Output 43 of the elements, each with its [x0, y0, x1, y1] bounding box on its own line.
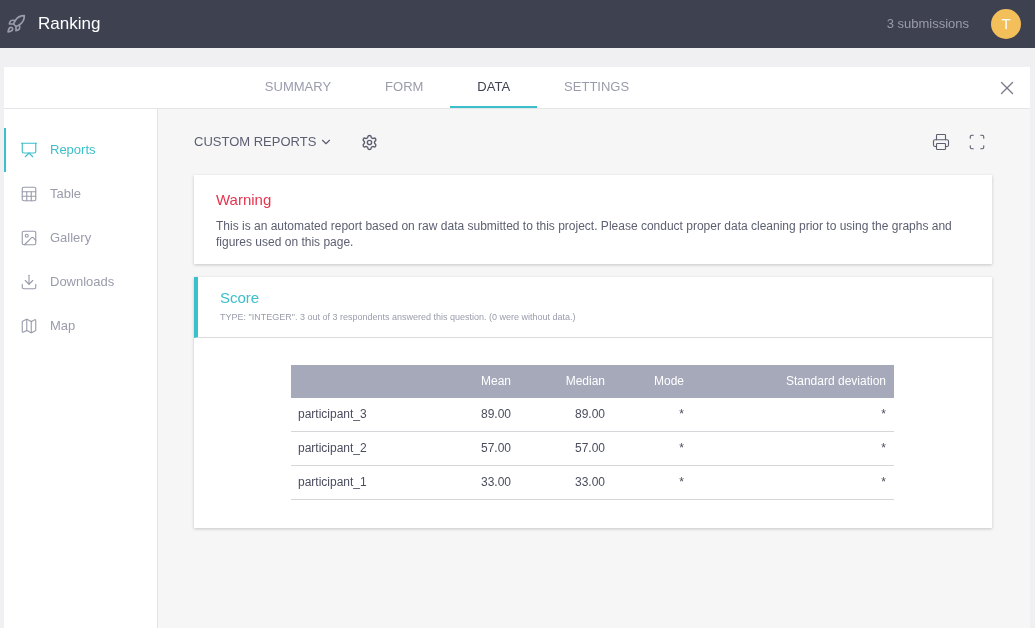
custom-reports-dropdown[interactable]: CUSTOM REPORTS — [194, 132, 334, 152]
table-cell: * — [679, 475, 684, 489]
column-header: Mean — [480, 374, 511, 388]
warning-title: Warning — [216, 190, 273, 210]
table-cell: 89.00 — [480, 407, 511, 421]
table-icon — [20, 185, 38, 203]
table-cell: participant_3 — [298, 407, 367, 421]
tab[interactable]: SETTINGS — [537, 67, 657, 108]
column-header: Standard deviation — [785, 374, 886, 388]
table-cell: * — [881, 441, 886, 455]
table-cell: 33.00 — [574, 475, 605, 489]
avatar[interactable]: T — [991, 9, 1021, 39]
table-cell: * — [881, 475, 886, 489]
table-cell: * — [679, 441, 684, 455]
sidebar-item[interactable]: Downloads — [4, 260, 157, 304]
rocket-icon[interactable] — [6, 14, 26, 34]
table-cell: 89.00 — [574, 407, 605, 421]
table-cell: 57.00 — [480, 441, 511, 455]
table-cell: 57.00 — [574, 441, 605, 455]
project-title: Ranking — [38, 13, 101, 36]
table-cell: participant_2 — [298, 441, 367, 455]
printer-icon[interactable] — [932, 133, 950, 151]
table-cell: * — [679, 407, 684, 421]
column-header: Mode — [653, 374, 684, 388]
tab[interactable]: SUMMARY — [237, 67, 359, 108]
map-icon — [20, 317, 38, 335]
question-title: Score — [220, 287, 261, 308]
table-cell: * — [881, 407, 886, 421]
table-cell: 33.00 — [480, 475, 511, 489]
picture-icon — [20, 229, 38, 247]
submission-count: 3 submissions — [886, 15, 969, 34]
settings-icon[interactable] — [361, 133, 379, 151]
table-cell: participant_1 — [298, 475, 367, 489]
sidebar-item[interactable]: Table — [4, 172, 157, 216]
fullscreen-icon[interactable] — [968, 133, 986, 151]
presentation-icon — [20, 141, 38, 159]
sidebar-item[interactable]: Gallery — [4, 216, 157, 260]
warning-text: This is an automated report based on raw data submitted to this project. Please conduct proper data cleaning prior to using the graphs and figures used on this page. — [216, 217, 953, 250]
sidebar-item[interactable]: Map — [4, 304, 157, 348]
tab[interactable]: FORM — [358, 67, 451, 108]
download-icon — [20, 273, 38, 291]
column-header: Median — [565, 374, 605, 388]
question-subtitle: TYPE: "INTEGER". 3 out of 3 respondents answered this question. (0 were without data.) — [220, 311, 577, 324]
